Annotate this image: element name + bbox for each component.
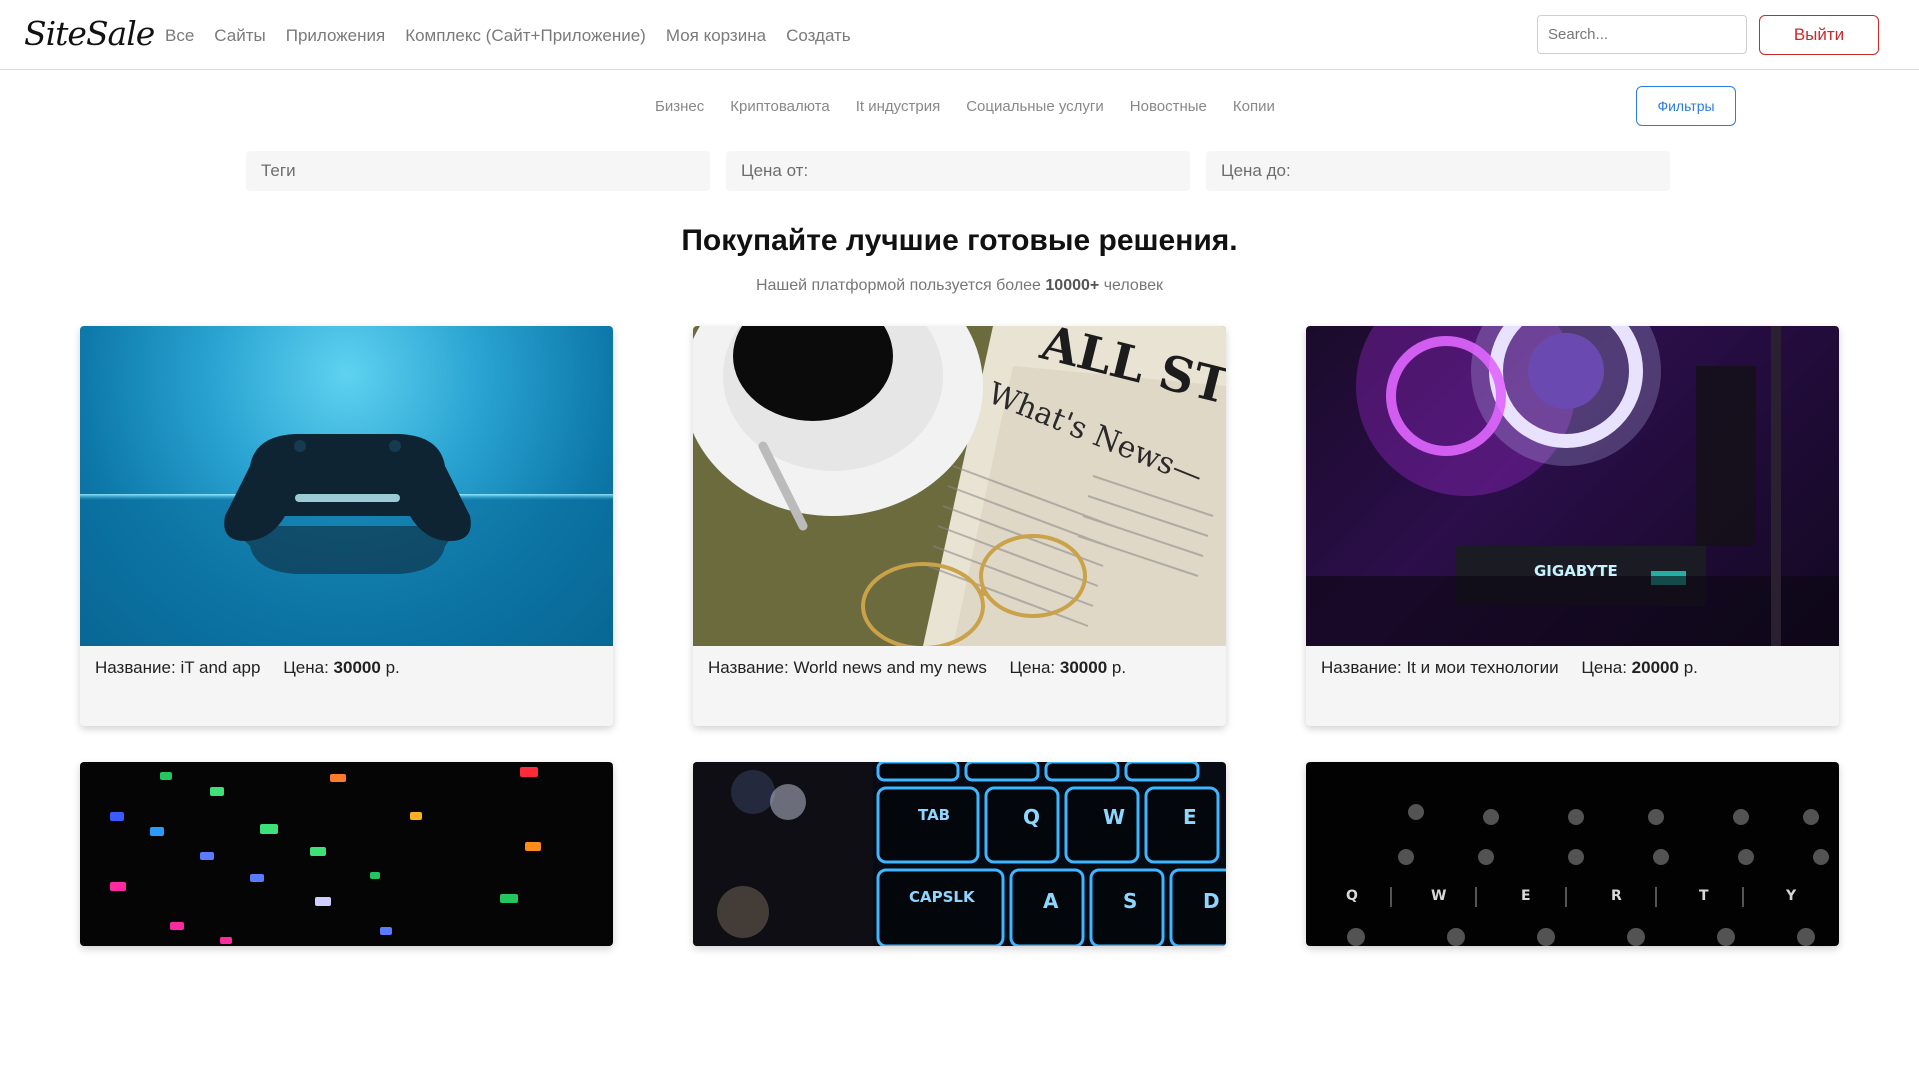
rgb-keyboard-photo <box>80 762 613 946</box>
category-social[interactable]: Социальные услуги <box>966 98 1104 115</box>
category-business[interactable]: Бизнес <box>655 98 704 115</box>
category-crypto[interactable]: Криптовалюта <box>730 98 830 115</box>
nav-link-cart[interactable]: Моя корзина <box>666 26 766 46</box>
price-to-input[interactable] <box>1206 151 1670 191</box>
key-label: Q <box>1346 888 1358 904</box>
product-price: 20000 <box>1631 658 1679 677</box>
product-price-label: Цена: <box>1009 658 1056 677</box>
product-name: World news and my news <box>793 658 987 677</box>
product-card[interactable]: ALL STREET What's News— Название: World … <box>693 326 1226 726</box>
key-label: Q <box>1023 805 1040 829</box>
price-from-input[interactable] <box>726 151 1190 191</box>
product-caption: Название: World news and my news Цена: 3… <box>693 646 1226 690</box>
nav-link-apps[interactable]: Приложения <box>286 26 385 46</box>
key-label: T <box>1699 888 1709 904</box>
product-name: iT and app <box>180 658 261 677</box>
main-nav: Все Сайты Приложения Комплекс (Сайт+Прил… <box>165 26 871 46</box>
page-title: Покупайте лучшие готовые решения. <box>681 224 1238 257</box>
page-subtitle: Нашей платформой пользуется более 10000+… <box>0 277 1919 295</box>
subtitle-text-before: Нашей платформой пользуется более <box>755 277 1041 294</box>
user-count: 10000+ <box>1045 277 1100 294</box>
key-label: A <box>1043 889 1059 913</box>
top-navbar: SiteSale Все Сайты Приложения Комплекс (… <box>0 0 1919 70</box>
category-it[interactable]: It индустрия <box>856 98 940 115</box>
key-label: W <box>1103 805 1125 829</box>
key-label: W <box>1431 888 1446 904</box>
product-caption: Название: It и мои технологии Цена: 2000… <box>1306 646 1839 690</box>
currency-label: р. <box>1111 658 1127 677</box>
nav-link-complex[interactable]: Комплекс (Сайт+Приложение) <box>405 26 646 46</box>
nav-link-create[interactable]: Создать <box>786 26 851 46</box>
product-price-label: Цена: <box>283 658 329 677</box>
gaming-pc-photo: GIGABYTE <box>1306 326 1839 646</box>
key-label: R <box>1611 888 1622 904</box>
nav-link-sites[interactable]: Сайты <box>214 26 265 46</box>
product-name-label: Название: <box>1321 658 1402 677</box>
key-label: CAPSLK <box>909 888 976 906</box>
nav-link-all[interactable]: Все <box>165 26 194 46</box>
blue-backlit-keyboard-photo: TAB Q W E CAPSLK A S D <box>693 762 1226 946</box>
key-label: S <box>1123 889 1137 913</box>
currency-label: р. <box>385 658 400 677</box>
category-news[interactable]: Новостные <box>1130 98 1207 115</box>
product-card[interactable]: GIGABYTE Название: It и мои технологии Ц… <box>1306 326 1839 726</box>
category-nav: Бизнес Криптовалюта It индустрия Социаль… <box>655 98 1301 115</box>
tags-input[interactable] <box>246 151 710 191</box>
product-price: 30000 <box>333 658 381 677</box>
key-label: E <box>1521 888 1531 904</box>
currency-label: р. <box>1683 658 1698 677</box>
search-input[interactable] <box>1537 15 1747 54</box>
newspaper-coffee-photo: ALL STREET What's News— <box>693 326 1226 646</box>
key-label: TAB <box>918 806 950 824</box>
product-card[interactable] <box>80 762 613 946</box>
product-price-label: Цена: <box>1581 658 1627 677</box>
product-name-label: Название: <box>708 658 789 677</box>
category-copies[interactable]: Копии <box>1233 98 1275 115</box>
key-label: Y <box>1785 888 1797 904</box>
product-caption: Название: iT and app Цена: 30000 р. <box>80 646 613 690</box>
gamepad-photo <box>80 326 613 646</box>
site-logo[interactable]: SiteSale <box>24 14 155 53</box>
product-card[interactable]: Q W E R T Y <box>1306 762 1839 946</box>
product-name-label: Название: <box>95 658 176 677</box>
logout-button[interactable]: Выйти <box>1759 15 1879 55</box>
subtitle-text-after: человек <box>1103 277 1164 294</box>
dark-keyboard-photo: Q W E R T Y <box>1306 762 1839 946</box>
filters-button[interactable]: Фильтры <box>1636 86 1736 126</box>
product-card[interactable]: TAB Q W E CAPSLK A S D <box>693 762 1226 946</box>
product-price: 30000 <box>1059 658 1108 677</box>
product-card[interactable]: Название: iT and app Цена: 30000 р. <box>80 326 613 726</box>
product-name: It и мои технологии <box>1406 658 1559 677</box>
key-label: E <box>1183 805 1197 829</box>
key-label: D <box>1203 889 1220 913</box>
